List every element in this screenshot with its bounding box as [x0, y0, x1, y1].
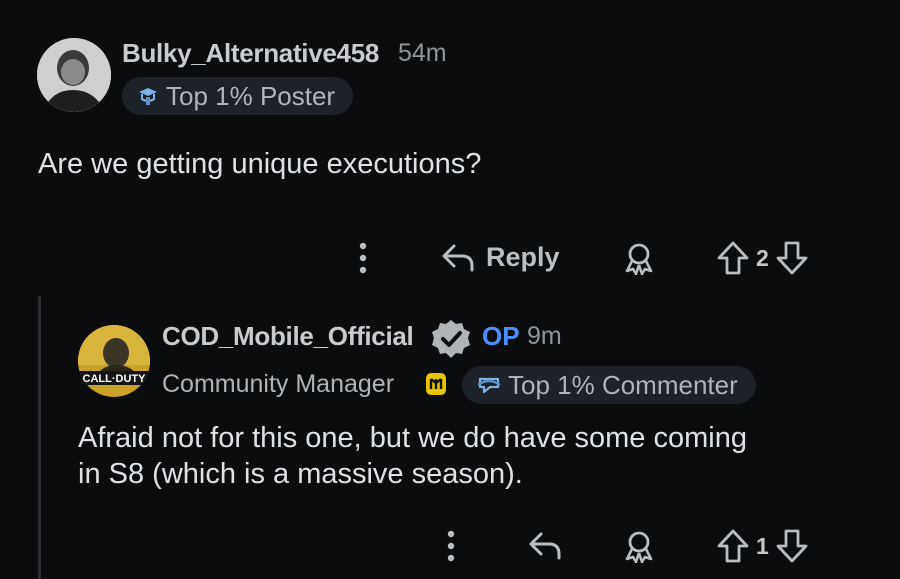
award-button[interactable] [622, 241, 656, 275]
award-icon [625, 243, 653, 275]
comment-body-line: Afraid not for this one, but we do have … [78, 422, 747, 454]
comment-body: Are we getting unique executions? [38, 148, 482, 180]
poster-badge-icon [139, 88, 157, 105]
flair-label: Top 1% Poster [166, 80, 336, 111]
user-flair-badge: Top 1% Poster [122, 77, 354, 115]
avatar-logo-text: CALL·DUTY [83, 373, 147, 385]
user-role-flair: Community Manager [162, 370, 395, 398]
comment-body-line: in S8 (which is a massive season). [78, 458, 523, 490]
user-avatar[interactable]: CALL·DUTY [78, 325, 150, 397]
reply-button[interactable] [527, 528, 563, 562]
award-icon [625, 531, 653, 563]
cod-mobile-icon [424, 371, 448, 402]
vote-controls: 2 [716, 240, 809, 276]
reply-icon [442, 244, 474, 272]
more-options-button[interactable] [356, 240, 370, 276]
more-vertical-icon [447, 530, 455, 562]
award-button[interactable] [622, 529, 656, 563]
flair-label: Top 1% Commenter [508, 369, 738, 400]
comment-author[interactable]: COD_Mobile_Official [162, 321, 414, 352]
verified-badge [430, 318, 472, 365]
user-avatar[interactable] [37, 38, 111, 112]
comment-author[interactable]: Bulky_Alternative458 [122, 38, 379, 69]
reply-icon [529, 532, 561, 560]
thread-line[interactable] [38, 296, 41, 579]
comment-timestamp: 54m [398, 39, 447, 67]
commenter-badge-icon [477, 377, 501, 394]
vote-score: 1 [756, 532, 769, 559]
upvote-icon[interactable] [716, 240, 750, 276]
verified-icon [432, 320, 470, 358]
upvote-icon[interactable] [716, 528, 750, 564]
vote-controls: 1 [716, 528, 809, 564]
comment-thread: Bulky_Alternative458 54m Top 1% Poster A… [0, 0, 900, 579]
user-flair-badge: Top 1% Commenter [462, 366, 756, 404]
reply-button[interactable]: Reply [440, 240, 560, 274]
downvote-icon[interactable] [775, 528, 809, 564]
downvote-icon[interactable] [775, 240, 809, 276]
comment-body: Afraid not for this one, but we do have … [78, 420, 878, 492]
op-badge: OP [482, 321, 520, 351]
vote-score: 2 [756, 244, 769, 271]
more-vertical-icon [359, 242, 367, 274]
comment-timestamp: 9m [527, 322, 562, 350]
reply-label: Reply [486, 241, 560, 272]
more-options-button[interactable] [444, 528, 458, 564]
